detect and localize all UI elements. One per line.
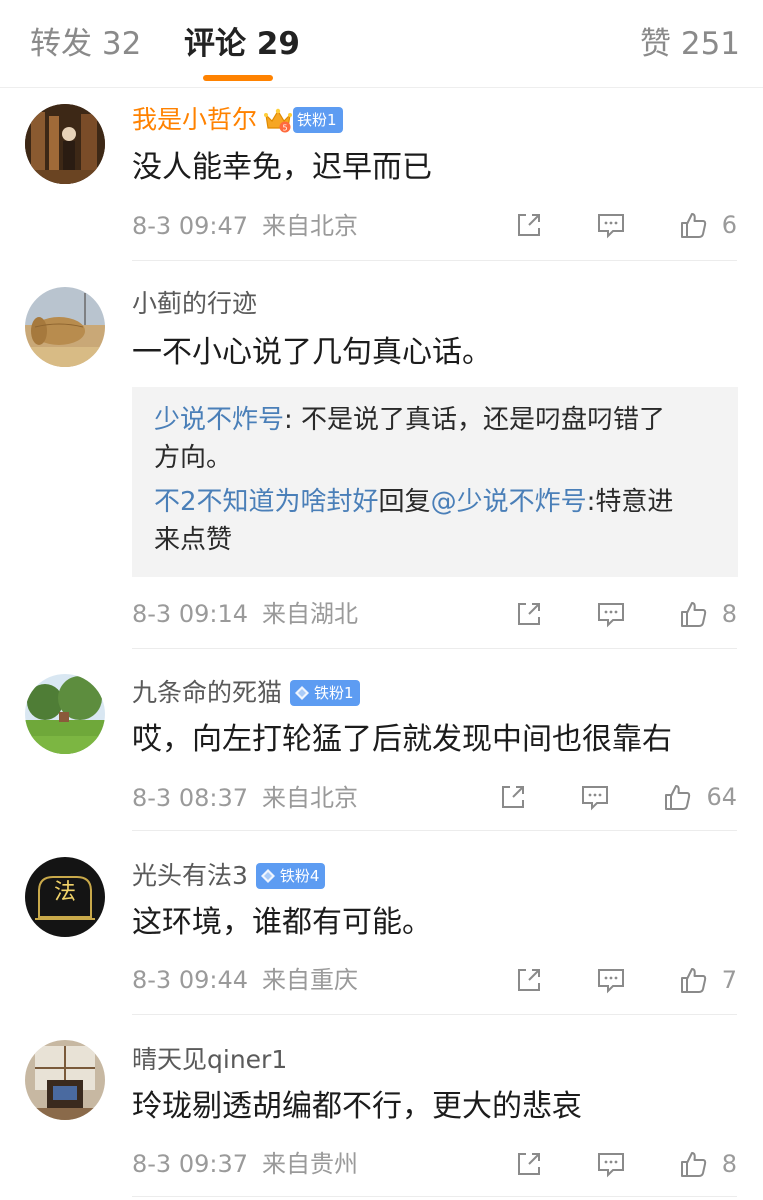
comment-time: 8-3 09:37 [132, 1150, 248, 1178]
share-button[interactable] [514, 1149, 544, 1179]
comment-icon [597, 1153, 624, 1178]
comment-item: 晴天见qiner1 玲珑剔透胡编都不行，更大的悲哀 8-3 09:37 来自贵州 … [0, 0, 763, 1200]
comment-actions: 8 [514, 1146, 737, 1182]
comment-source: 来自贵州 [262, 1150, 358, 1178]
share-icon [517, 1153, 540, 1175]
username[interactable]: 晴天见qiner1 [132, 1043, 287, 1077]
reply-button[interactable] [596, 1149, 626, 1179]
divider [132, 1196, 737, 1197]
comment-text: 玲珑剔透胡编都不行，更大的悲哀 [132, 1089, 582, 1124]
avatar[interactable] [25, 1040, 105, 1120]
like-count: 8 [721, 1150, 737, 1178]
like-button[interactable]: 8 [678, 1149, 737, 1179]
comment-meta: 8-3 09:37 来自贵州 [132, 1148, 358, 1180]
thumbs-up-icon [680, 1152, 706, 1177]
